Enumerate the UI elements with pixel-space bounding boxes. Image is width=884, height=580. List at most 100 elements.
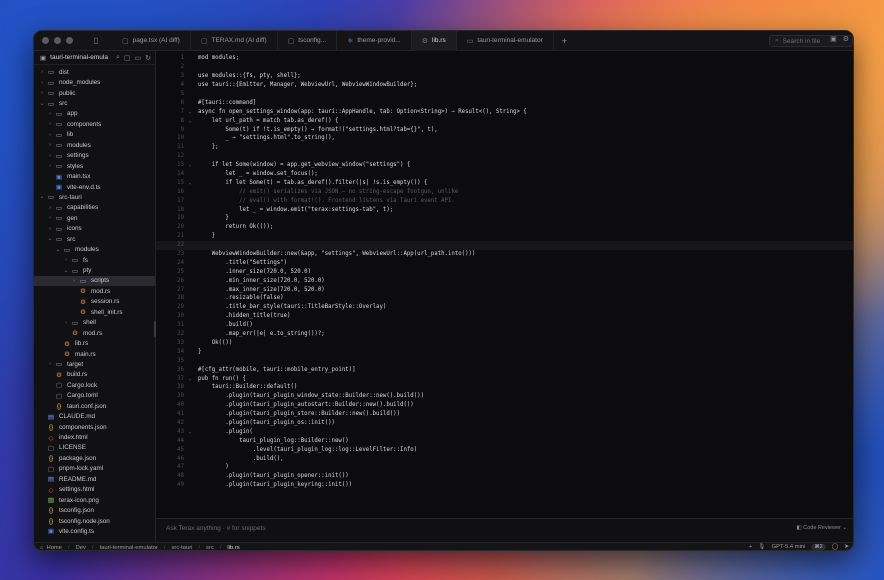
tree-file[interactable]: ▣ vite.config.ts	[34, 526, 155, 536]
ai-prompt-bar[interactable]: Ask Terax anything · # for snippets ◧ Co…	[156, 518, 853, 542]
code-line[interactable]: 34}	[156, 347, 853, 356]
tab-0[interactable]: ▢ page.tsx (AI diff)	[112, 31, 191, 51]
tree-folder[interactable]: ⌄ ▭ modules	[34, 244, 155, 254]
search-files-icon[interactable]: ⌕	[116, 54, 120, 62]
chat-icon[interactable]: ◯	[832, 544, 839, 550]
code-line[interactable]: 18 let _ = window.emit("terax:settings-t…	[156, 205, 853, 214]
tree-file[interactable]: {} tsconfig.node.json	[34, 516, 155, 526]
code-line[interactable]: 9 Some(t) if !t.is_empty() ⇒ format!("se…	[156, 125, 853, 134]
code-line[interactable]: 35	[156, 356, 853, 365]
tree-folder[interactable]: › ▭ styles	[34, 161, 155, 171]
chevron-down-icon[interactable]: ⌄	[38, 101, 46, 107]
refresh-icon[interactable]: ↻	[145, 54, 151, 62]
code-line[interactable]: 8 ⌄ let url_path = match tab.as_deref() {	[156, 116, 853, 125]
chevron-right-icon[interactable]: ›	[38, 80, 46, 86]
tree-file[interactable]: ⚙ lib.rs	[34, 338, 155, 348]
tree-file[interactable]: ◇ index.html	[34, 432, 155, 442]
code-line[interactable]: 6 #[tauri::command]	[156, 98, 853, 107]
chevron-right-icon[interactable]: ›	[46, 121, 54, 127]
tree-file[interactable]: ⚙ mod.rs	[34, 286, 155, 296]
tree-folder[interactable]: ⌄ ▭ src-tauri	[34, 192, 155, 202]
tree-folder[interactable]: ⌄ ▭ src	[34, 98, 155, 108]
code-line[interactable]: 19 }	[156, 214, 853, 223]
code-line[interactable]: 3 use modules::{fs, pty, shell};	[156, 72, 853, 81]
breadcrumb-segment[interactable]: Dev	[76, 545, 86, 551]
tree-file[interactable]: ▢ Cargo.toml	[34, 391, 155, 401]
code-line[interactable]: 4 use tauri::{Emitter, Manager, WebviewUr…	[156, 81, 853, 90]
project-name[interactable]: tauri-terminal-emula	[50, 54, 108, 61]
code-line[interactable]: 44 tauri_plugin_log::Builder::new()	[156, 436, 853, 445]
code-line[interactable]: 47 )	[156, 463, 853, 472]
code-line[interactable]: 28 .resizable(false)	[156, 294, 853, 303]
tree-file[interactable]: ▢ LICENSE	[34, 443, 155, 453]
code-line[interactable]: 48 .plugin(tauri_plugin_opener::init())	[156, 472, 853, 481]
tree-folder[interactable]: › ▭ shell	[34, 318, 155, 328]
tree-file[interactable]: ⚙ main.rs	[34, 349, 155, 359]
breadcrumb-segment[interactable]: lib.rs	[227, 545, 239, 551]
chevron-right-icon[interactable]: ›	[46, 132, 54, 138]
code-line[interactable]: 5	[156, 90, 853, 99]
tab-2[interactable]: ▢ tsconfig...	[278, 31, 338, 51]
tree-folder[interactable]: › ▭ dist	[34, 67, 155, 77]
breadcrumb-segment[interactable]: src	[206, 545, 214, 551]
chevron-right-icon[interactable]: ›	[62, 320, 70, 326]
tree-folder[interactable]: › ▭ lib	[34, 130, 155, 140]
code-line[interactable]: 38 tauri::Builder::default()	[156, 383, 853, 392]
fold-chevron-icon[interactable]: ⌄	[184, 109, 196, 115]
minimize-window-button[interactable]	[54, 37, 61, 44]
code-line[interactable]: 1 mod modules;	[156, 54, 853, 63]
tree-folder[interactable]: ⌄ ▭ pty	[34, 265, 155, 275]
tab-1[interactable]: ▢ TERAX.md (AI diff)	[191, 31, 278, 51]
code-line[interactable]: 36 #[cfg_attr(mobile, tauri::mobile_entry…	[156, 365, 853, 374]
code-reviewer-selector[interactable]: ◧ Code Reviewer ⌄	[797, 525, 847, 531]
breadcrumb-segment[interactable]: src-tauri	[171, 545, 192, 551]
code-line[interactable]: 32 .map_err(|e| e.to_string())?;	[156, 330, 853, 339]
code-line[interactable]: 23 WebviewWindowBuilder::new(&app, "sett…	[156, 250, 853, 259]
code-line[interactable]: 7 ⌄ async fn open_settings_window(app: tau…	[156, 107, 853, 116]
chevron-right-icon[interactable]: ›	[46, 111, 54, 117]
chevron-right-icon[interactable]: ›	[38, 90, 46, 96]
tree-file[interactable]: ▢ Cargo.lock	[34, 380, 155, 390]
new-folder-icon[interactable]: ▭	[135, 54, 142, 62]
new-tab-button[interactable]: +	[554, 36, 575, 46]
tree-folder[interactable]: › ▭ settings	[34, 151, 155, 161]
tree-file[interactable]: {} package.json	[34, 453, 155, 463]
code-line[interactable]: 10 _ ⇒ "settings.html".to_string(),	[156, 134, 853, 143]
chevron-right-icon[interactable]: ›	[70, 278, 78, 284]
tree-folder[interactable]: › ▭ gen	[34, 213, 155, 223]
chevron-right-icon[interactable]: ›	[62, 257, 70, 263]
tree-file[interactable]: ⚙ build.rs	[34, 370, 155, 380]
fold-chevron-icon[interactable]: ⌄	[184, 376, 196, 382]
tab-3[interactable]: ⚛ theme-provid...	[337, 31, 412, 51]
tree-folder[interactable]: › ▭ public	[34, 88, 155, 98]
send-icon[interactable]: ➤	[844, 544, 849, 550]
code-line[interactable]: 39 .plugin(tauri_plugin_window_state::Bu…	[156, 392, 853, 401]
code-line[interactable]: 30 .hidden_title(true)	[156, 312, 853, 321]
tree-folder[interactable]: › ▭ components	[34, 119, 155, 129]
microphone-icon[interactable]: 🎙	[758, 544, 765, 550]
chevron-right-icon[interactable]: ›	[46, 205, 54, 211]
code-line[interactable]: 45 .level(tauri_plugin_log::log::LevelFi…	[156, 445, 853, 454]
fold-chevron-icon[interactable]: ⌄	[184, 180, 196, 186]
code-editor[interactable]: 1 mod modules; 2 3 use modules::{fs, pty, sh…	[156, 51, 853, 518]
code-line[interactable]: 17 // eval() with format!(). Frontend li…	[156, 196, 853, 205]
tree-file[interactable]: ▣ main.tsx	[34, 171, 155, 181]
chevron-right-icon[interactable]: ›	[46, 361, 54, 367]
chevron-right-icon[interactable]: ›	[46, 142, 54, 148]
code-line[interactable]: 15 ⌄ if let Some(t) = tab.as_deref().filt…	[156, 178, 853, 187]
tree-folder[interactable]: › ▭ modules	[34, 140, 155, 150]
tree-file[interactable]: ▤ README.md	[34, 474, 155, 484]
tree-file[interactable]: {} tauri.conf.json	[34, 401, 155, 411]
fold-chevron-icon[interactable]: ⌄	[184, 118, 196, 124]
code-line[interactable]: 37 ⌄ pub fn run() {	[156, 374, 853, 383]
chevron-down-icon[interactable]: ⌄	[46, 236, 54, 242]
code-line[interactable]: 27 .max_inner_size(720.0, 520.0)	[156, 285, 853, 294]
code-line[interactable]: 40 .plugin(tauri_plugin_autostart::Build…	[156, 401, 853, 410]
tree-folder[interactable]: › ▭ scripts	[34, 275, 155, 287]
tree-folder[interactable]: › ▭ capabilities	[34, 203, 155, 213]
model-selector[interactable]: GPT-5.4 mini	[772, 544, 806, 550]
settings-gear-icon[interactable]: ⚙	[843, 35, 849, 43]
tree-folder[interactable]: › ▭ icons	[34, 224, 155, 234]
tree-file[interactable]: ⚙ shell_init.rs	[34, 307, 155, 317]
chevron-down-icon[interactable]: ⌄	[62, 268, 70, 274]
